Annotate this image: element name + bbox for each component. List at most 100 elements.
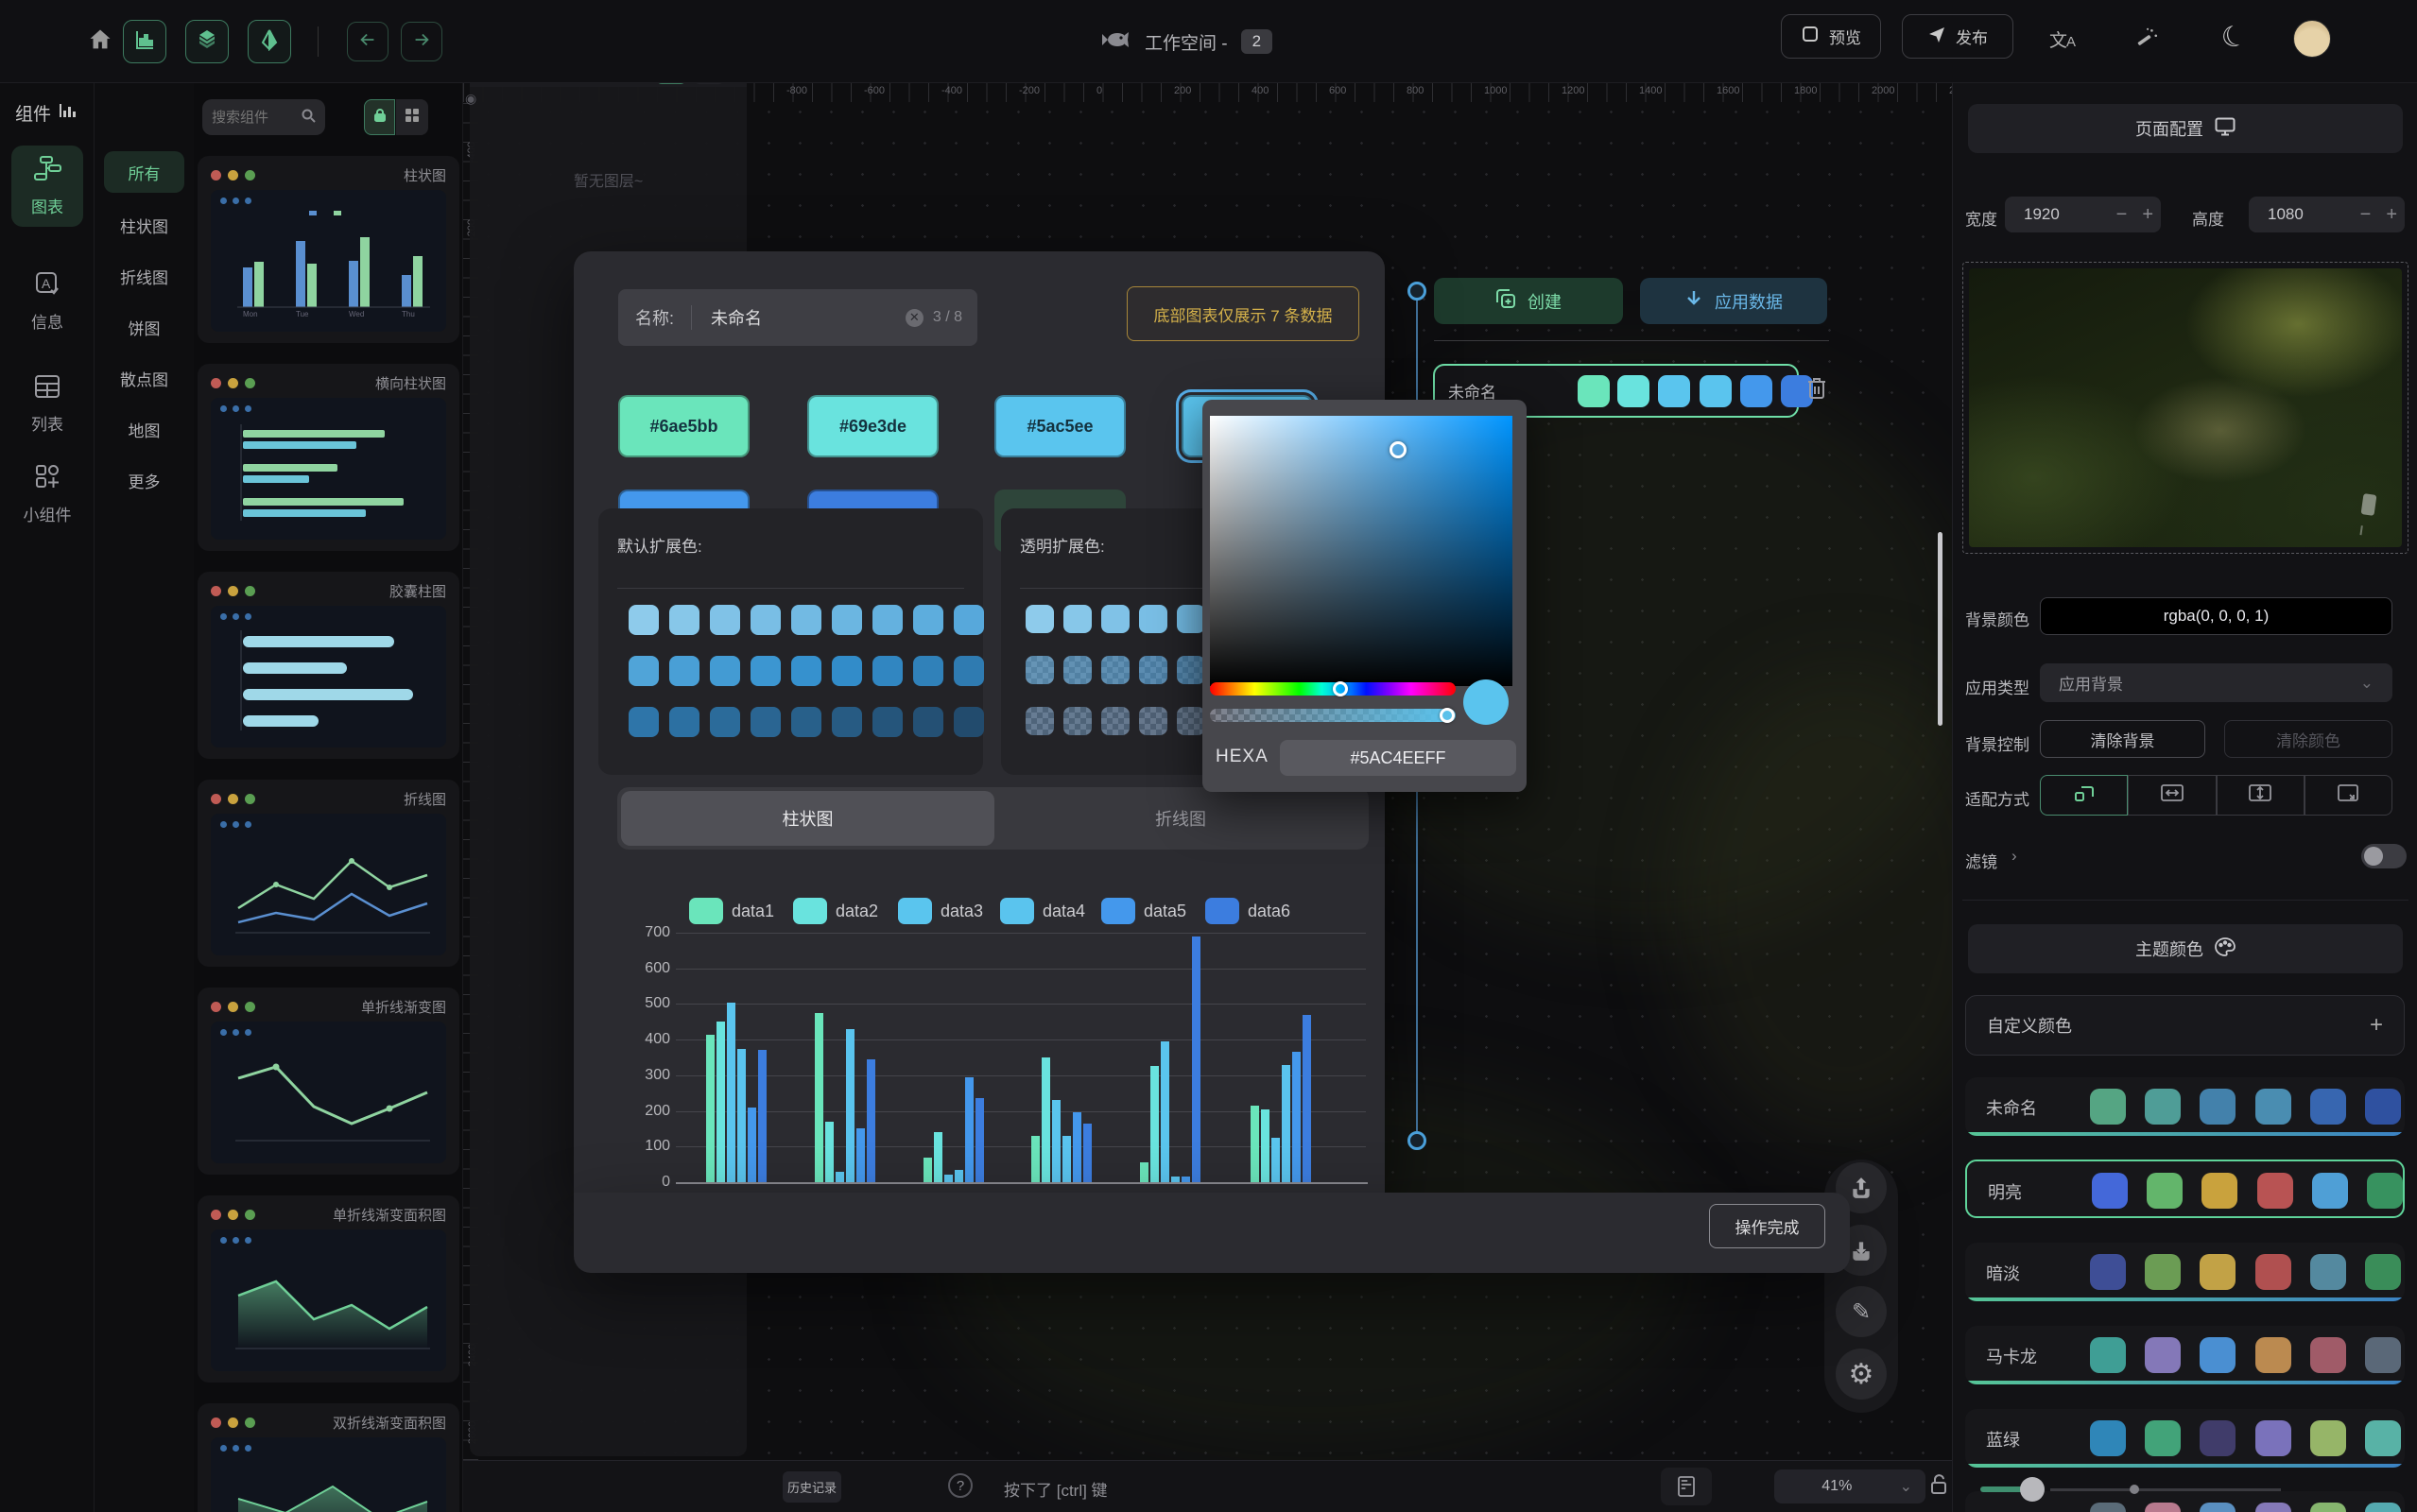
bar[interactable] [1182,1177,1190,1182]
theme-row[interactable]: 马卡龙 [1965,1326,2405,1384]
theme-row[interactable]: 蓝绿 [1965,1409,2405,1468]
category-all[interactable]: 所有 [104,151,184,193]
bar[interactable] [1052,1100,1061,1182]
extension-swatch[interactable] [1139,707,1167,735]
bar[interactable] [1282,1065,1290,1182]
bar[interactable] [1292,1052,1301,1182]
extension-swatch[interactable] [1101,707,1130,735]
height-plus-button[interactable]: + [2378,204,2405,226]
bar[interactable] [856,1128,865,1182]
bar[interactable] [924,1158,932,1182]
bar[interactable] [944,1175,953,1182]
extension-swatch[interactable] [629,707,659,737]
bar[interactable] [815,1013,823,1182]
legend-item[interactable]: data4 [1000,898,1085,924]
theme-row[interactable]: 暗淡 [1965,1243,2405,1301]
panel-layout-button[interactable] [1661,1468,1712,1505]
bar[interactable] [1042,1057,1050,1182]
bar[interactable] [1171,1177,1180,1182]
extension-swatch[interactable] [1177,707,1205,735]
height-minus-button[interactable]: − [2353,204,2379,226]
height-input[interactable]: 1080 − + [2249,197,2405,232]
extension-swatch[interactable] [669,656,699,686]
extension-swatch[interactable] [1063,707,1092,735]
extension-swatch[interactable] [791,656,821,686]
sidebar-item-info[interactable]: A 信息 [11,261,83,342]
filter-toggle[interactable] [2361,844,2407,868]
bar[interactable] [727,1003,735,1182]
extension-swatch[interactable] [1026,707,1054,735]
extension-swatch[interactable] [913,656,943,686]
zoom-slider-knob[interactable] [2020,1477,2045,1502]
app-type-select[interactable]: 应用背景 ⌄ [2040,663,2392,702]
bar[interactable] [836,1172,844,1182]
create-button[interactable]: 创建 [1434,278,1623,324]
extension-swatch[interactable] [954,656,984,686]
bar[interactable] [1303,1015,1311,1182]
extension-swatch[interactable] [669,605,699,635]
extension-swatch[interactable] [751,605,781,635]
search-input[interactable] [212,110,295,126]
category-map[interactable]: 地图 [104,408,184,450]
extension-swatch[interactable] [954,707,984,737]
sidebar-item-widgets[interactable]: 小组件 [11,454,83,535]
bar[interactable] [716,1022,725,1182]
bar[interactable] [934,1132,942,1182]
extension-swatch[interactable] [1139,605,1167,633]
bar[interactable] [975,1098,984,1182]
bar[interactable] [965,1077,974,1182]
preview-button[interactable]: 预览 [1781,14,1881,59]
bar[interactable] [1251,1106,1259,1182]
name-field[interactable]: 名称: 未命名 ✕ 3 / 8 [618,289,977,346]
help-icon[interactable]: ? [948,1473,973,1498]
fit-height-button[interactable] [2217,775,2305,816]
layers-list-view-button[interactable] [694,83,724,84]
alpha-handle[interactable] [1440,708,1455,723]
extension-swatch[interactable] [629,656,659,686]
extension-swatch[interactable] [872,605,903,635]
extension-swatch[interactable] [832,707,862,737]
extension-swatch[interactable] [1026,656,1054,684]
selection-handle-bottom[interactable] [1407,1131,1426,1150]
saturation-handle[interactable] [1390,441,1407,458]
unlock-icon[interactable] [1930,1473,1949,1501]
edit-button[interactable]: ✎ [1836,1286,1887,1337]
name-value[interactable]: 未命名 [692,305,906,330]
width-plus-button[interactable]: + [2134,204,2161,226]
extension-swatch[interactable] [791,707,821,737]
dark-mode-moon-icon[interactable]: ☾ [2217,18,2251,58]
extension-swatch[interactable] [1177,656,1205,684]
legend-item[interactable]: data5 [1101,898,1186,924]
component-card[interactable]: 横向柱状图 [198,364,459,551]
bar[interactable] [846,1029,855,1182]
bar[interactable] [825,1122,834,1182]
category-pie[interactable]: 饼图 [104,306,184,348]
category-more[interactable]: 更多 [104,459,184,501]
ruler-origin-icon[interactable]: ◉ [465,91,476,107]
component-card[interactable]: 柱状图MonTueWedThu [198,156,459,343]
sidebar-item-charts[interactable]: 图表 [11,146,83,227]
component-card[interactable]: 单折线渐变面积图 [198,1195,459,1383]
clear-name-icon[interactable]: ✕ [906,309,924,327]
theme-row[interactable]: 未命名 [1965,1077,2405,1136]
bar[interactable] [1161,1041,1169,1182]
theme-row[interactable]: 明亮 [1965,1160,2405,1218]
filter-chevron-icon[interactable]: › [2011,847,2017,866]
bar[interactable] [1083,1124,1092,1182]
trash-icon[interactable] [1805,376,1828,405]
extension-swatch[interactable] [1101,656,1130,684]
component-card[interactable]: 胶囊柱图 [198,572,459,759]
add-custom-color-icon[interactable]: + [2370,1012,2383,1039]
fit-scale-button[interactable] [2040,775,2128,816]
category-bar[interactable]: 柱状图 [104,204,184,246]
extension-swatch[interactable] [832,656,862,686]
grid-view-button[interactable] [396,99,428,135]
sidebar-item-table[interactable]: 列表 [11,365,83,444]
extension-swatch[interactable] [751,656,781,686]
bar[interactable] [1261,1109,1269,1182]
bar[interactable] [1271,1138,1280,1182]
bar[interactable] [1062,1136,1071,1182]
legend-item[interactable]: data6 [1205,898,1290,924]
extension-swatch[interactable] [872,656,903,686]
chart-mode-button[interactable] [123,20,166,63]
